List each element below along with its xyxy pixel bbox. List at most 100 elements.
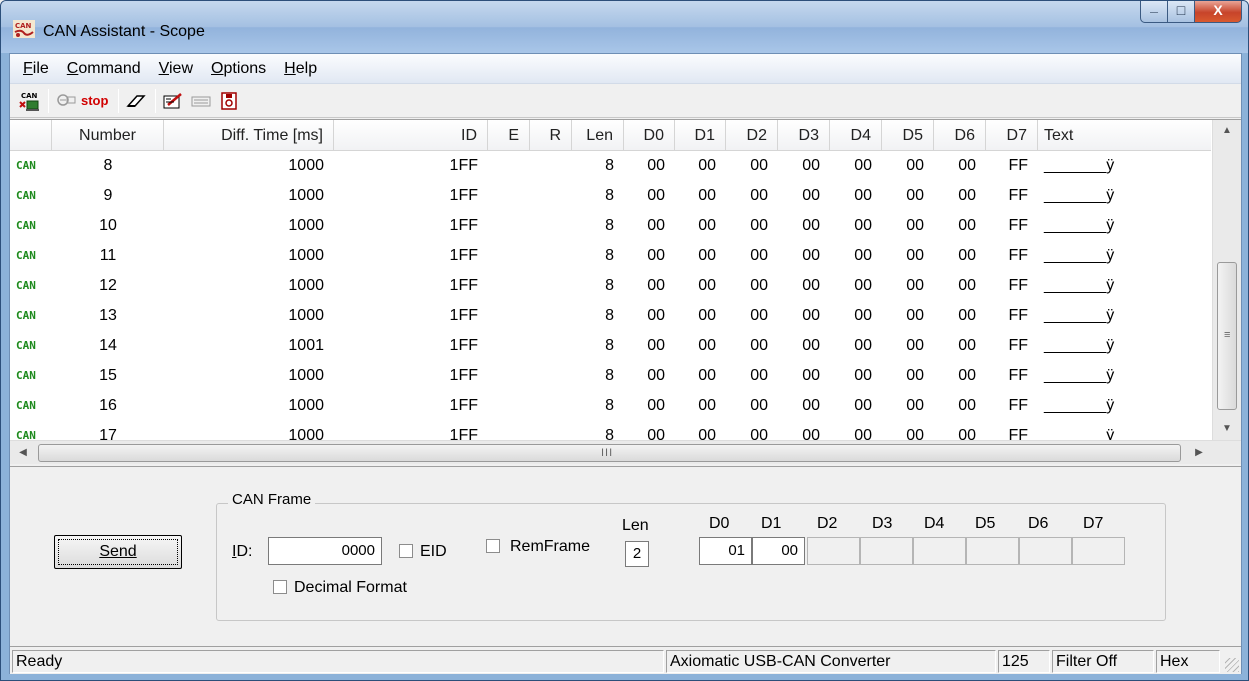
row-tag: CAN xyxy=(16,369,36,382)
column-header-r[interactable]: R xyxy=(530,120,572,151)
id-label: ID: xyxy=(232,543,253,560)
row-d0: 00 xyxy=(647,337,665,354)
column-header-e[interactable]: E xyxy=(488,120,530,151)
scroll-down-arrow-icon[interactable]: ▼ xyxy=(1213,418,1241,440)
column-header-d1[interactable]: D1 xyxy=(675,120,726,151)
menu-options[interactable]: Options xyxy=(202,54,275,84)
decimal-format-checkbox[interactable] xyxy=(273,580,287,594)
row-len: 8 xyxy=(605,397,614,414)
status-format: Hex xyxy=(1156,650,1220,673)
minimize-button[interactable]: _ xyxy=(1140,1,1168,23)
row-id: 1FF xyxy=(449,337,478,354)
row-d0: 00 xyxy=(647,307,665,324)
d1-input[interactable]: 00 xyxy=(752,537,805,565)
edit-button[interactable] xyxy=(160,88,186,114)
d7-label: D7 xyxy=(1083,515,1104,532)
can-app-icon: CAN xyxy=(13,20,35,38)
column-header-d2[interactable]: D2 xyxy=(726,120,778,151)
table-row[interactable]: CAN 11 1000 1FF 8 00 00 00 00 00 00 00 FF _______ÿ xyxy=(10,241,1211,271)
row-d1: 00 xyxy=(698,307,716,324)
len-input[interactable]: 2 xyxy=(625,541,649,567)
row-d4: 00 xyxy=(854,397,872,414)
column-header-d6[interactable]: D6 xyxy=(934,120,986,151)
eraser-icon xyxy=(126,94,147,107)
vertical-scrollbar[interactable]: ▲ ≡ ▼ xyxy=(1212,120,1241,440)
table-row[interactable]: CAN 15 1000 1FF 8 00 00 00 00 00 00 00 FF _______ÿ xyxy=(10,361,1211,391)
row-d2: 00 xyxy=(750,277,768,294)
clear-button[interactable] xyxy=(123,88,149,114)
row-r xyxy=(530,331,572,361)
table-row[interactable]: CAN 12 1000 1FF 8 00 00 00 00 00 00 00 FF _______ÿ xyxy=(10,271,1211,301)
horizontal-scrollbar[interactable]: ◀ III ▶ xyxy=(10,440,1241,464)
column-header-d3[interactable]: D3 xyxy=(778,120,830,151)
resize-grip-icon[interactable] xyxy=(1225,658,1239,672)
table-row[interactable]: CAN 16 1000 1FF 8 00 00 00 00 00 00 00 FF _______ÿ xyxy=(10,391,1211,421)
row-id: 1FF xyxy=(449,217,478,234)
send-button-label: Send xyxy=(99,543,137,560)
menu-file[interactable]: File xyxy=(14,54,58,84)
monitor-button[interactable] xyxy=(53,88,79,114)
status-baud: 125 xyxy=(998,650,1050,673)
row-e xyxy=(488,361,530,391)
row-text: _______ÿ xyxy=(1044,397,1115,414)
connect-button[interactable]: CAN xyxy=(16,88,42,114)
menu-view[interactable]: View xyxy=(150,54,202,84)
remframe-checkbox[interactable] xyxy=(486,539,500,553)
d5-input xyxy=(966,537,1019,565)
table-row[interactable]: CAN 13 1000 1FF 8 00 00 00 00 00 00 00 FF _______ÿ xyxy=(10,301,1211,331)
scroll-left-arrow-icon[interactable]: ◀ xyxy=(10,441,36,465)
maximize-button[interactable]: □ xyxy=(1168,1,1195,23)
column-header-id[interactable]: ID xyxy=(334,120,488,151)
row-d7: FF xyxy=(1008,277,1028,294)
row-len: 8 xyxy=(605,277,614,294)
row-d6: 00 xyxy=(958,277,976,294)
row-number: 9 xyxy=(103,187,113,204)
row-d6: 00 xyxy=(958,337,976,354)
close-button[interactable]: X xyxy=(1195,1,1242,23)
table-row[interactable]: CAN 8 1000 1FF 8 00 00 00 00 00 00 00 FF _______ÿ xyxy=(10,151,1211,181)
table-row[interactable]: CAN 9 1000 1FF 8 00 00 00 00 00 00 00 FF _______ÿ xyxy=(10,181,1211,211)
scroll-right-arrow-icon[interactable]: ▶ xyxy=(1186,441,1212,465)
row-len: 8 xyxy=(605,337,614,354)
row-tag: CAN xyxy=(16,279,36,292)
column-header-d0[interactable]: D0 xyxy=(624,120,675,151)
table-row[interactable]: CAN 10 1000 1FF 8 00 00 00 00 00 00 00 FF _______ÿ xyxy=(10,211,1211,241)
app-window: CAN CAN Assistant - Scope _ □ X File Com… xyxy=(0,0,1249,681)
row-d1: 00 xyxy=(698,337,716,354)
table-row[interactable]: CAN 14 1001 1FF 8 00 00 00 00 00 00 00 FF _______ÿ xyxy=(10,331,1211,361)
menu-command[interactable]: Command xyxy=(58,54,150,84)
id-input[interactable]: 0000 xyxy=(268,537,382,565)
eid-checkbox[interactable] xyxy=(399,544,413,558)
status-device: Axiomatic USB-CAN Converter xyxy=(666,650,996,673)
send-button[interactable]: Send xyxy=(54,535,182,569)
row-number: 10 xyxy=(99,217,117,234)
row-d7: FF xyxy=(1008,397,1028,414)
row-text: _______ÿ xyxy=(1044,157,1115,174)
menu-help[interactable]: Help xyxy=(275,54,326,84)
row-d0: 00 xyxy=(647,157,665,174)
column-header-text[interactable]: Text xyxy=(1038,120,1159,151)
column-header-d7[interactable]: D7 xyxy=(986,120,1038,151)
d0-input[interactable]: 01 xyxy=(699,537,752,565)
column-header-tag[interactable] xyxy=(10,120,52,151)
row-d2: 00 xyxy=(750,397,768,414)
row-d3: 00 xyxy=(802,307,820,324)
column-header-diff-time[interactable]: Diff. Time [ms] xyxy=(164,120,334,151)
title-bar[interactable]: CAN CAN Assistant - Scope _ □ X xyxy=(1,1,1248,53)
row-d2: 00 xyxy=(750,247,768,264)
column-header-len[interactable]: Len xyxy=(572,120,624,151)
column-header-number[interactable]: Number xyxy=(52,120,164,151)
scroll-up-arrow-icon[interactable]: ▲ xyxy=(1213,120,1241,142)
stop-button[interactable]: stop xyxy=(81,93,108,108)
grid-header: Number Diff. Time [ms] ID E R Len D0 D1 … xyxy=(10,120,1211,151)
row-len: 8 xyxy=(605,187,614,204)
horizontal-scroll-thumb[interactable]: III xyxy=(38,444,1181,462)
save-button[interactable] xyxy=(216,88,242,114)
svg-text:CAN: CAN xyxy=(21,92,38,100)
list-button[interactable] xyxy=(188,88,214,114)
column-header-d4[interactable]: D4 xyxy=(830,120,882,151)
vertical-scroll-thumb[interactable]: ≡ xyxy=(1217,262,1237,410)
d4-input xyxy=(913,537,966,565)
column-header-d5[interactable]: D5 xyxy=(882,120,934,151)
row-d1: 00 xyxy=(698,277,716,294)
